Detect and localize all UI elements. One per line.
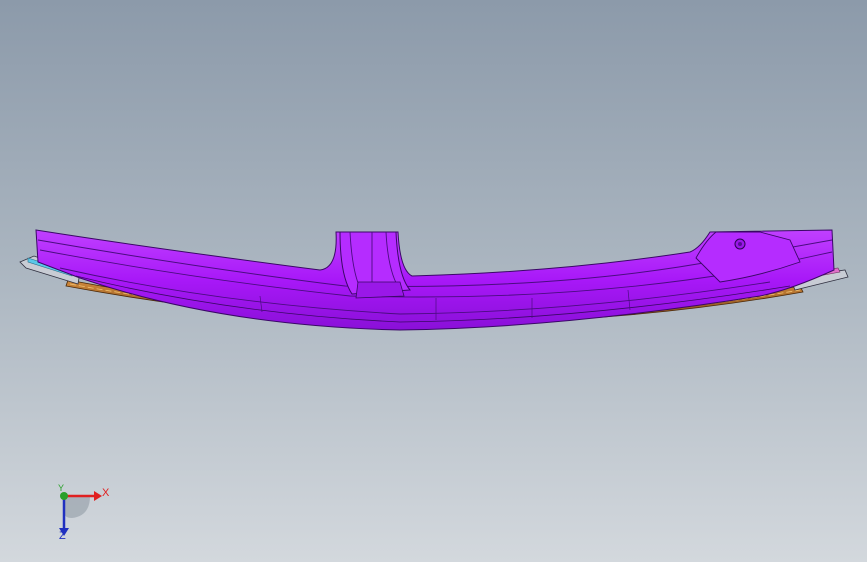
graphics-viewport[interactable]: X Y Z (0, 0, 867, 562)
mounting-hole-inner (738, 242, 742, 246)
pillar-base (355, 281, 405, 299)
y-axis-label: Y (58, 483, 65, 493)
cad-model-part[interactable] (0, 0, 867, 562)
x-arrowhead (94, 491, 102, 501)
x-axis-label: X (102, 487, 110, 499)
coordinate-triad: X Y Z (44, 482, 124, 552)
z-axis-label: Z (59, 530, 66, 542)
triad-shadow (64, 496, 90, 518)
